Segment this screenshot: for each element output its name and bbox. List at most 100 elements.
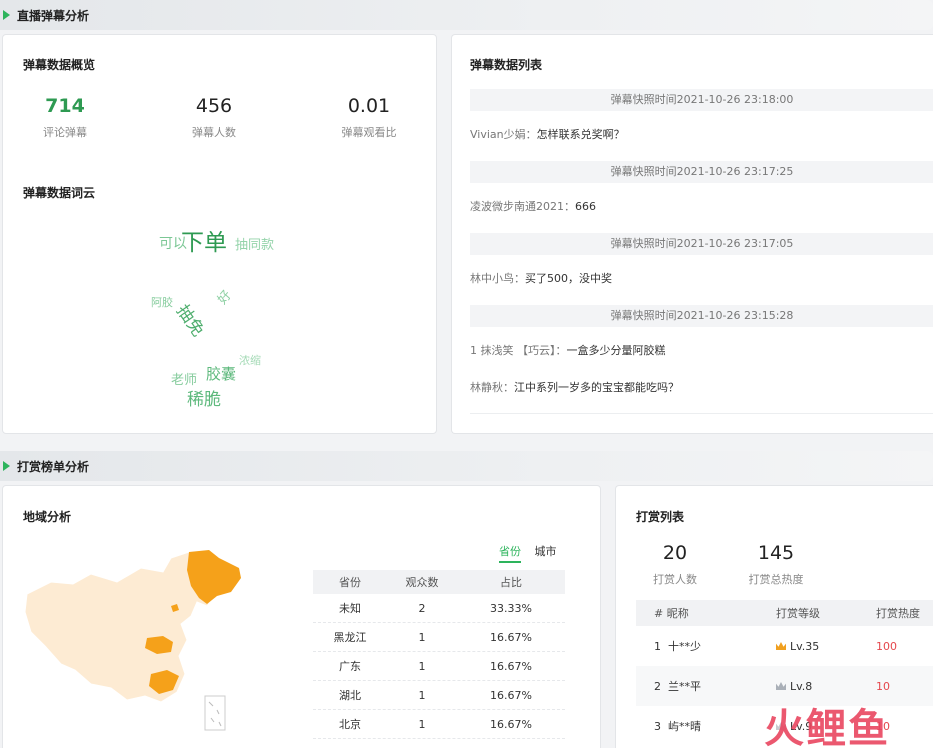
section-marker-icon	[3, 461, 10, 471]
table-header: 省份 观众数 占比	[313, 570, 565, 594]
danmu-user: Vivian少娟：	[470, 128, 537, 141]
danmu-user: 林中小鸟：	[470, 272, 525, 285]
cell-rank-name: 1 十**少	[636, 638, 756, 654]
stat-label: 弹幕人数	[192, 126, 236, 139]
china-map	[24, 550, 242, 731]
stat-value: 145	[757, 542, 795, 564]
col-nickname: # 昵称	[654, 607, 689, 620]
cloud-word: 胶囊	[206, 365, 237, 383]
region-table: 省份 观众数 占比 未知 2 33.33% 黑龙江 1 16.67% 广东 1 16.67%…	[313, 570, 565, 739]
cloud-word: 抽免	[172, 301, 208, 341]
nickname: 十**少	[668, 640, 701, 653]
snapshot-time: 弹幕快照时间2021-10-26 23:18:00	[470, 89, 933, 111]
cloud-word: 稀脆	[187, 390, 221, 410]
cell-viewers: 1	[418, 659, 426, 673]
danmu-message: 凌波微步南通2021：666	[470, 198, 596, 214]
cloud-word: 下单	[181, 230, 227, 256]
stat-label: 弹幕观看比	[341, 126, 397, 139]
danmu-overview-card: 弹幕数据概览 714 评论弹幕 456 弹幕人数 0.01 弹幕观看比 弹幕数据…	[2, 34, 437, 434]
cell-viewers: 2	[418, 601, 426, 615]
cell-province: 湖北	[339, 689, 361, 702]
section-marker-icon	[3, 10, 10, 20]
danmu-message: 林中小鸟：买了500，没中奖	[470, 270, 612, 286]
level-text: Lv.8	[790, 679, 813, 693]
cell-heat: 10	[876, 679, 890, 693]
stat-danmu-view-ratio: 0.01 弹幕观看比	[309, 95, 429, 140]
crown-icon	[776, 682, 786, 690]
danmu-text: 666	[575, 200, 596, 213]
cloud-word: 抽同款	[235, 238, 275, 253]
cloud-word: 浓缩	[239, 354, 261, 367]
cell-ratio: 16.67%	[490, 688, 532, 702]
rank-number: 1	[654, 640, 661, 653]
cell-heat: 100	[876, 639, 897, 653]
danmu-text: 买了500，没中奖	[525, 272, 612, 285]
stat-comment-count: 714 评论弹幕	[5, 95, 125, 140]
table-row: 1 十**少 Lv.35 100	[636, 626, 933, 666]
overview-title: 弹幕数据概览	[23, 58, 96, 72]
section-header-danmu: 直播弹幕分析	[0, 0, 933, 30]
cloud-word: 好	[215, 287, 235, 308]
snapshot-time: 弹幕快照时间2021-10-26 23:17:25	[470, 161, 933, 183]
cell-province: 广东	[339, 660, 361, 673]
cell-ratio: 16.67%	[490, 717, 532, 731]
cell-rank-name: 2 兰**平	[636, 678, 756, 694]
col-province: 省份	[339, 576, 361, 589]
stat-label: 打赏总热度	[748, 573, 804, 586]
danmu-text: 一盒多少分量阿胶糕	[566, 344, 666, 357]
danmu-user: 林静秋：	[470, 381, 514, 394]
table-row: 黑龙江 1 16.67%	[313, 623, 565, 652]
col-viewers: 观众数	[405, 576, 439, 589]
map-south-sea-inset	[204, 695, 226, 731]
rank-number: 2	[654, 680, 661, 693]
rank-number: 3	[654, 720, 661, 733]
danmu-message: 林静秋：江中系列一岁多的宝宝都能吃吗？	[470, 379, 679, 395]
col-ratio: 占比	[500, 576, 522, 589]
danmu-list-card: 弹幕数据列表 弹幕快照时间2021-10-26 23:18:00 Vivian少…	[451, 34, 933, 434]
stat-value: 456	[195, 95, 233, 117]
table-row: 未知 2 33.33%	[313, 594, 565, 623]
cell-rank-name: 3 屿**晴	[636, 718, 756, 734]
cell-province: 未知	[339, 602, 361, 615]
stat-value: 714	[45, 95, 85, 117]
region-card: 地域分析 省份 城市 省份 观众数 占比 未知 2 33.33% 黑龙江 1 16.67…	[2, 485, 601, 748]
level-text: Lv.35	[790, 639, 820, 653]
nickname: 屿**晴	[668, 720, 701, 733]
table-header: # 昵称 打赏等级 打赏热度	[636, 600, 933, 626]
section-title: 直播弹幕分析	[17, 8, 90, 23]
cell-viewers: 1	[418, 630, 426, 644]
stat-reward-total-heat: 145 打赏总热度	[716, 542, 836, 587]
wordcloud-title: 弹幕数据词云	[23, 186, 96, 200]
snapshot-time: 弹幕快照时间2021-10-26 23:17:05	[470, 233, 933, 255]
crown-icon	[776, 642, 786, 650]
cloud-word: 阿胶	[151, 296, 173, 309]
section-header-reward: 打赏榜单分析	[0, 451, 933, 481]
cell-level: Lv.35	[756, 640, 868, 653]
cell-ratio: 16.67%	[490, 630, 532, 644]
cell-viewers: 1	[418, 688, 426, 702]
snapshot-time: 弹幕快照时间2021-10-26 23:15:28	[470, 305, 933, 327]
cell-province: 黑龙江	[333, 631, 367, 644]
danmu-text: 怎样联系兑奖啊？	[536, 128, 625, 141]
stat-value: 0.01	[347, 95, 391, 117]
cell-ratio: 16.67%	[490, 659, 532, 673]
danmu-user: 1 抹浅笑 【巧云】：	[470, 344, 567, 357]
table-row: 广东 1 16.67%	[313, 652, 565, 681]
section-title: 打赏榜单分析	[17, 459, 90, 474]
stat-danmu-users: 456 弹幕人数	[154, 95, 274, 140]
region-title: 地域分析	[23, 510, 72, 524]
cell-level: Lv.8	[756, 680, 868, 693]
cell-ratio: 33.33%	[490, 601, 532, 615]
danmu-message: Vivian少娟：怎样联系兑奖啊？	[470, 126, 625, 142]
tab-city[interactable]: 城市	[535, 543, 557, 561]
list-divider	[470, 413, 933, 414]
tab-province[interactable]: 省份	[499, 543, 521, 563]
col-level: 打赏等级	[776, 607, 820, 620]
danmu-list-title: 弹幕数据列表	[470, 58, 543, 72]
nickname: 兰**平	[668, 680, 701, 693]
danmu-user: 凌波微步南通2021：	[470, 200, 575, 213]
watermark-logo: 火鲤鱼	[764, 706, 890, 748]
danmu-message: 1 抹浅笑 【巧云】：一盒多少分量阿胶糕	[470, 342, 666, 358]
stat-label: 评论弹幕	[43, 126, 87, 139]
reward-title: 打赏列表	[636, 510, 685, 524]
